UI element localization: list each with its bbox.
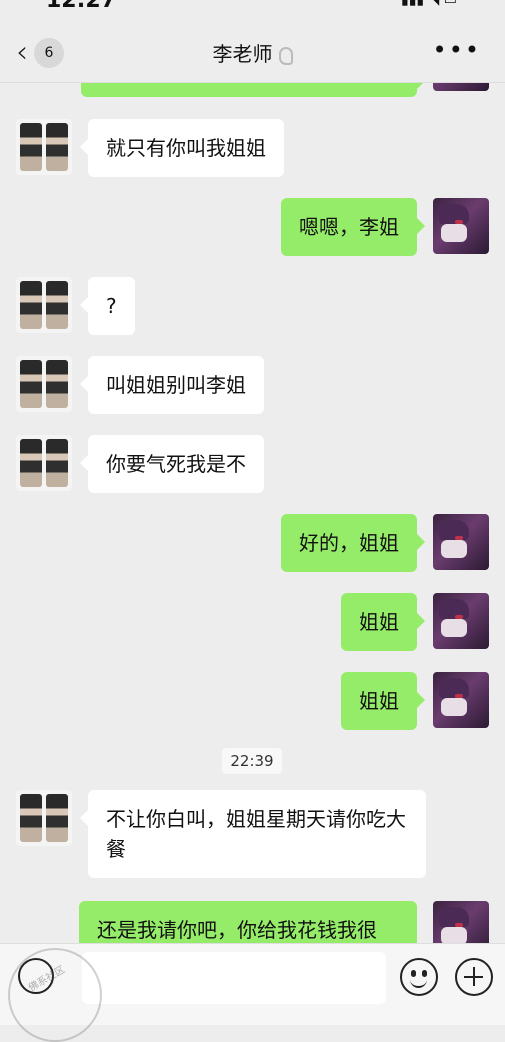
- ear-icon: [278, 46, 293, 65]
- message-bubble-outgoing[interactable]: 嗯嗯，李姐: [281, 198, 425, 256]
- contact-avatar[interactable]: [16, 119, 72, 175]
- message-timestamp: 22:39: [222, 748, 282, 774]
- emoji-icon[interactable]: [400, 958, 438, 996]
- message-bubble-outgoing[interactable]: 还是我请你吧，你给我花钱我很: [79, 901, 417, 943]
- contact-avatar[interactable]: [16, 277, 72, 333]
- message-bubble-outgoing[interactable]: [81, 83, 425, 97]
- contact-avatar[interactable]: [16, 356, 72, 412]
- message-bubble-incoming[interactable]: ?: [80, 277, 135, 335]
- contact-avatar[interactable]: [16, 790, 72, 846]
- message-bubble-incoming[interactable]: 不让你白叫，姐姐星期天请你吃大餐: [80, 790, 426, 878]
- my-avatar[interactable]: [433, 901, 489, 943]
- my-avatar[interactable]: [433, 83, 489, 91]
- my-avatar[interactable]: [433, 593, 489, 649]
- message-bubble-incoming[interactable]: 就只有你叫我姐姐: [80, 119, 284, 177]
- message-bubble-incoming[interactable]: 你要气死我是不: [80, 435, 264, 493]
- message-bubble-outgoing[interactable]: 姐姐: [341, 672, 425, 730]
- watermark-logo: 佛系社区: [0, 940, 110, 1042]
- plus-icon[interactable]: [455, 958, 493, 996]
- message-bubble-outgoing[interactable]: 好的，姐姐: [281, 514, 425, 572]
- my-avatar[interactable]: [433, 514, 489, 570]
- status-time: 12:27: [46, 0, 117, 13]
- message-bubble-incoming[interactable]: 叫姐姐别叫李姐: [80, 356, 264, 414]
- my-avatar[interactable]: [433, 672, 489, 728]
- signal-icon: ▮▮▮ ◥ ▭: [400, 0, 457, 8]
- message-list[interactable]: 就只有你叫我姐姐 嗯嗯，李姐 ? 叫姐姐别叫李姐 你要气死我是不 好的，姐姐 姐…: [0, 83, 505, 943]
- my-avatar[interactable]: [433, 198, 489, 254]
- more-button[interactable]: •••: [433, 38, 481, 62]
- status-bar: 12:27 ▮▮▮ ◥ ▭: [0, 0, 505, 22]
- message-input[interactable]: [82, 952, 386, 1004]
- contact-name: 李老师: [212, 42, 273, 66]
- message-bubble-outgoing[interactable]: 姐姐: [341, 593, 425, 651]
- nav-bar: ‹ 6 李老师 •••: [0, 22, 505, 83]
- contact-avatar[interactable]: [16, 435, 72, 491]
- chat-title[interactable]: 李老师: [0, 38, 505, 67]
